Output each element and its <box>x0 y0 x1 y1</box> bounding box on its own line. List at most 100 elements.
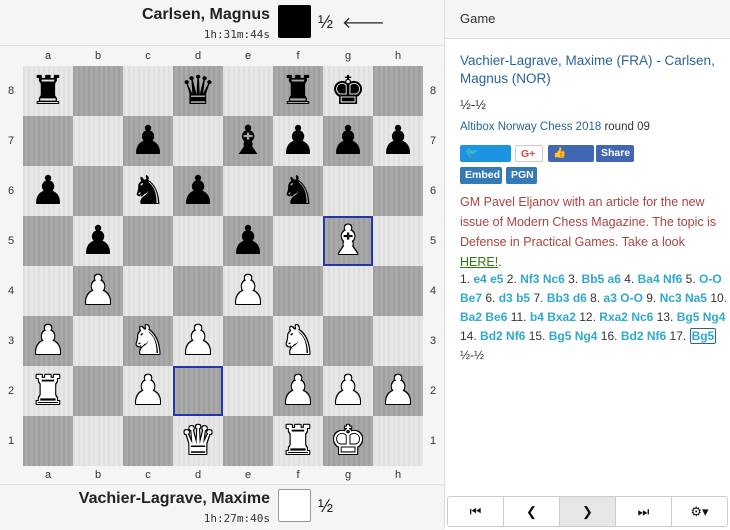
square-b8[interactable] <box>73 66 123 116</box>
square-a7[interactable] <box>23 116 73 166</box>
square-e1[interactable] <box>223 416 273 466</box>
promo-link[interactable]: HERE! <box>460 255 498 269</box>
square-e7[interactable] <box>223 116 273 166</box>
square-a1[interactable] <box>23 416 73 466</box>
square-d1[interactable] <box>173 416 223 466</box>
square-a8[interactable] <box>23 66 73 116</box>
square-h5[interactable] <box>373 216 423 266</box>
move-black-15[interactable]: Ng4 <box>575 329 598 343</box>
move-black-16[interactable]: Nf6 <box>647 329 666 343</box>
move-white-1[interactable]: e4 <box>473 272 486 286</box>
square-a6[interactable] <box>23 166 73 216</box>
move-white-2[interactable]: Nf3 <box>520 272 539 286</box>
square-g3[interactable] <box>323 316 373 366</box>
square-f1[interactable] <box>273 416 323 466</box>
move-white-8[interactable]: a3 <box>604 291 617 305</box>
last-move-button[interactable]: ⏭ <box>616 497 672 526</box>
move-white-14[interactable]: Bd2 <box>480 329 503 343</box>
square-c3[interactable] <box>123 316 173 366</box>
square-a5[interactable] <box>23 216 73 266</box>
square-b1[interactable] <box>73 416 123 466</box>
move-white-17[interactable]: Bg5 <box>689 328 717 344</box>
square-c6[interactable] <box>123 166 173 216</box>
move-white-10[interactable]: Ba2 <box>460 310 482 324</box>
square-d5[interactable] <box>173 216 223 266</box>
square-e6[interactable] <box>223 166 273 216</box>
square-d8[interactable] <box>173 66 223 116</box>
square-b4[interactable] <box>73 266 123 316</box>
square-d2[interactable] <box>173 366 223 416</box>
square-g7[interactable] <box>323 116 373 166</box>
square-g5[interactable] <box>323 216 373 266</box>
square-h8[interactable] <box>373 66 423 116</box>
square-c7[interactable] <box>123 116 173 166</box>
move-black-6[interactable]: b5 <box>516 291 530 305</box>
square-f5[interactable] <box>273 216 323 266</box>
square-a3[interactable] <box>23 316 73 366</box>
square-c8[interactable] <box>123 66 173 116</box>
first-move-button[interactable]: ⏮ <box>448 497 504 526</box>
move-black-11[interactable]: Bxa2 <box>547 310 576 324</box>
move-white-6[interactable]: d3 <box>499 291 513 305</box>
move-black-8[interactable]: O-O <box>620 291 643 305</box>
move-white-3[interactable]: Bb5 <box>582 272 605 286</box>
square-h2[interactable] <box>373 366 423 416</box>
square-f2[interactable] <box>273 366 323 416</box>
square-f4[interactable] <box>273 266 323 316</box>
square-f6[interactable] <box>273 166 323 216</box>
google-plus-button[interactable]: G+ <box>515 145 543 162</box>
move-black-13[interactable]: Ng4 <box>703 310 726 324</box>
square-g6[interactable] <box>323 166 373 216</box>
move-black-4[interactable]: Nf6 <box>663 272 682 286</box>
move-black-5[interactable]: Be7 <box>460 291 482 305</box>
square-f7[interactable] <box>273 116 323 166</box>
move-black-9[interactable]: Na5 <box>685 291 707 305</box>
square-g8[interactable] <box>323 66 373 116</box>
square-e2[interactable] <box>223 366 273 416</box>
event-link[interactable]: Altibox Norway Chess 2018 <box>460 121 601 133</box>
square-d7[interactable] <box>173 116 223 166</box>
square-c2[interactable] <box>123 366 173 416</box>
move-white-5[interactable]: O-O <box>699 272 722 286</box>
square-d6[interactable] <box>173 166 223 216</box>
previous-move-button[interactable]: ❮ <box>504 497 560 526</box>
move-black-12[interactable]: Nc6 <box>631 310 653 324</box>
square-h6[interactable] <box>373 166 423 216</box>
move-black-1[interactable]: e5 <box>490 272 503 286</box>
move-white-16[interactable]: Bd2 <box>621 329 644 343</box>
settings-gear-icon[interactable]: ⚙▾ <box>672 497 727 526</box>
move-black-14[interactable]: Nf6 <box>506 329 525 343</box>
move-white-7[interactable]: Bb3 <box>547 291 570 305</box>
square-e8[interactable] <box>223 66 273 116</box>
square-b6[interactable] <box>73 166 123 216</box>
square-e3[interactable] <box>223 316 273 366</box>
square-h4[interactable] <box>373 266 423 316</box>
square-g4[interactable] <box>323 266 373 316</box>
move-white-4[interactable]: Ba4 <box>638 272 660 286</box>
square-b5[interactable] <box>73 216 123 266</box>
square-a4[interactable] <box>23 266 73 316</box>
facebook-like-button[interactable]: 👍 Like <box>548 145 594 176</box>
move-black-2[interactable]: Nc6 <box>543 272 565 286</box>
chess-board[interactable]: ♜ ♛ ♜ ♚ ♟ ♝ ♟ ♟ ♟ ♟ ♞ ♟ ♞ ♟ ♟ ♝ ♟ ♟ ♟ ♞ ♟ ♞ ♜ ♟ ♟ ♟ ♟ ♛ ♜ ♚ <box>23 66 423 466</box>
game-title-link[interactable]: Vachier-Lagrave, Maxime (FRA) - Carlsen,… <box>460 52 725 88</box>
square-e5[interactable] <box>223 216 273 266</box>
move-white-9[interactable]: Nc3 <box>660 291 682 305</box>
move-white-15[interactable]: Bg5 <box>549 329 572 343</box>
move-white-12[interactable]: Rxa2 <box>599 310 628 324</box>
move-black-7[interactable]: d6 <box>573 291 587 305</box>
square-f8[interactable] <box>273 66 323 116</box>
square-d4[interactable] <box>173 266 223 316</box>
next-move-button[interactable]: ❯ <box>560 497 616 526</box>
square-f3[interactable] <box>273 316 323 366</box>
pgn-button[interactable]: PGN <box>506 167 537 184</box>
square-b3[interactable] <box>73 316 123 366</box>
square-b2[interactable] <box>73 366 123 416</box>
tweet-button[interactable]: 🐦 Tweet <box>460 145 511 176</box>
square-h1[interactable] <box>373 416 423 466</box>
square-c1[interactable] <box>123 416 173 466</box>
square-d3[interactable] <box>173 316 223 366</box>
embed-button[interactable]: Embed <box>460 167 502 184</box>
move-white-11[interactable]: b4 <box>530 310 544 324</box>
square-h7[interactable] <box>373 116 423 166</box>
